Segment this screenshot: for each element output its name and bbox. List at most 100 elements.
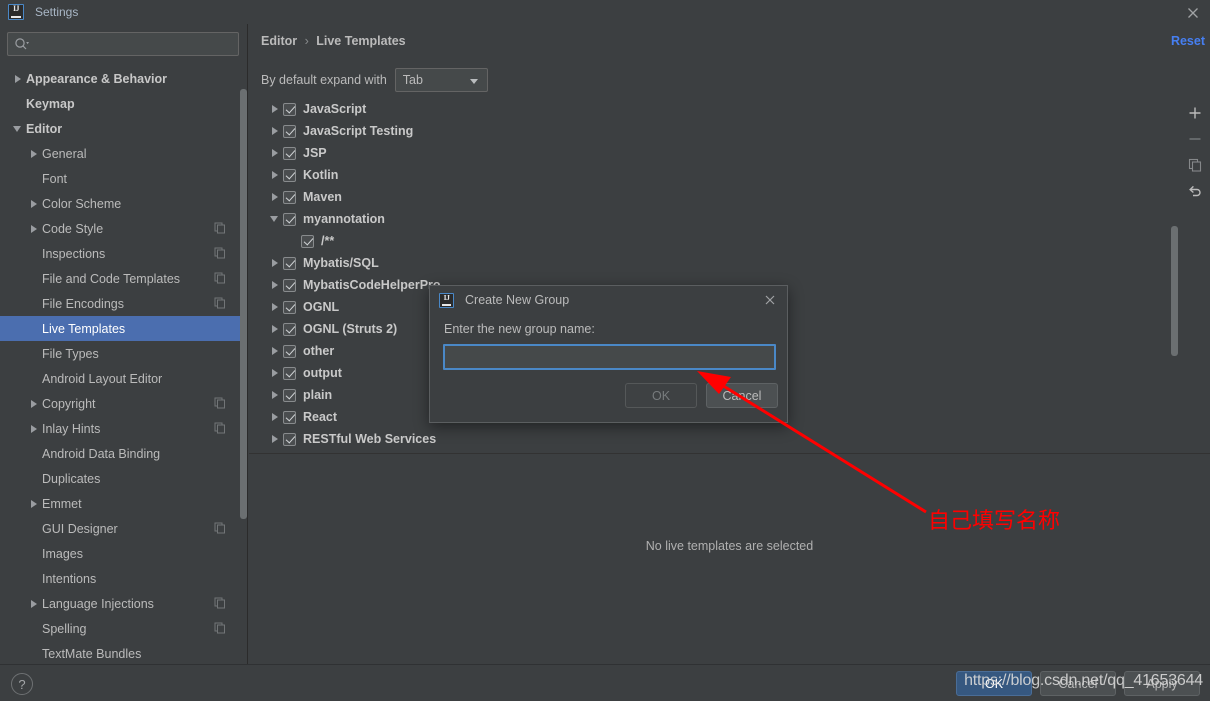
search-input[interactable] bbox=[34, 36, 238, 52]
chevron-right-icon[interactable] bbox=[267, 340, 283, 362]
chevron-right-icon[interactable] bbox=[267, 428, 283, 446]
copy-icon[interactable] bbox=[214, 222, 226, 234]
copy-icon[interactable] bbox=[214, 622, 226, 634]
close-icon[interactable] bbox=[1184, 4, 1202, 22]
chevron-right-icon[interactable] bbox=[267, 186, 283, 208]
template-group-row[interactable]: Maven bbox=[259, 186, 1184, 208]
apply-button[interactable]: Apply bbox=[1124, 671, 1200, 696]
template-checkbox[interactable] bbox=[283, 344, 296, 358]
template-checkbox[interactable] bbox=[283, 322, 296, 336]
template-checkbox[interactable] bbox=[283, 190, 296, 204]
sidebar-item-file-encodings[interactable]: File Encodings bbox=[0, 291, 240, 316]
chevron-right-icon[interactable] bbox=[267, 274, 283, 296]
sidebar-item-file-and-code-templates[interactable]: File and Code Templates bbox=[0, 266, 240, 291]
template-group-row[interactable]: Kotlin bbox=[259, 164, 1184, 186]
sidebar-item-keymap[interactable]: Keymap bbox=[0, 91, 240, 116]
sidebar-item-textmate-bundles[interactable]: TextMate Bundles bbox=[0, 641, 240, 664]
template-checkbox[interactable] bbox=[283, 256, 296, 270]
template-checkbox[interactable] bbox=[301, 234, 314, 248]
template-checkbox[interactable] bbox=[283, 300, 296, 314]
sidebar-item-duplicates[interactable]: Duplicates bbox=[0, 466, 240, 491]
template-checkbox[interactable] bbox=[283, 212, 296, 226]
copy-icon[interactable] bbox=[1182, 152, 1208, 178]
chevron-right-icon[interactable] bbox=[28, 191, 42, 216]
chevron-right-icon[interactable] bbox=[12, 66, 26, 91]
add-button[interactable] bbox=[1182, 100, 1208, 126]
template-checkbox[interactable] bbox=[283, 124, 296, 138]
dialog-close-icon[interactable] bbox=[763, 293, 777, 307]
copy-icon[interactable] bbox=[214, 272, 226, 284]
sidebar-item-font[interactable]: Font bbox=[0, 166, 240, 191]
chevron-down-icon[interactable] bbox=[12, 116, 26, 141]
sidebar-item-intentions[interactable]: Intentions bbox=[0, 566, 240, 591]
chevron-right-icon[interactable] bbox=[28, 591, 42, 616]
template-checkbox[interactable] bbox=[283, 366, 296, 380]
sidebar-item-inspections[interactable]: Inspections bbox=[0, 241, 240, 266]
sidebar-item-language-injections[interactable]: Language Injections bbox=[0, 591, 240, 616]
template-checkbox[interactable] bbox=[283, 146, 296, 160]
template-checkbox[interactable] bbox=[283, 388, 296, 402]
chevron-right-icon[interactable] bbox=[267, 318, 283, 340]
sidebar-item-general[interactable]: General bbox=[0, 141, 240, 166]
chevron-right-icon[interactable] bbox=[267, 252, 283, 274]
sidebar-item-images[interactable]: Images bbox=[0, 541, 240, 566]
template-checkbox[interactable] bbox=[283, 410, 296, 424]
sidebar-item-gui-designer[interactable]: GUI Designer bbox=[0, 516, 240, 541]
copy-icon[interactable] bbox=[214, 597, 226, 609]
template-group-row[interactable]: myannotation bbox=[259, 208, 1184, 230]
sidebar-item-code-style[interactable]: Code Style bbox=[0, 216, 240, 241]
chevron-down-icon[interactable] bbox=[267, 208, 283, 230]
copy-icon[interactable] bbox=[214, 297, 226, 309]
chevron-right-icon[interactable] bbox=[28, 391, 42, 416]
sidebar-scrollbar-thumb[interactable] bbox=[240, 89, 247, 519]
sidebar-item-copyright[interactable]: Copyright bbox=[0, 391, 240, 416]
help-button[interactable]: ? bbox=[11, 673, 33, 695]
sidebar-item-spelling[interactable]: Spelling bbox=[0, 616, 240, 641]
template-group-row[interactable]: RESTful Web Services bbox=[259, 428, 1184, 446]
copy-icon[interactable] bbox=[214, 247, 226, 259]
breadcrumb-parent[interactable]: Editor bbox=[261, 34, 297, 48]
undo-icon[interactable] bbox=[1182, 178, 1208, 204]
chevron-right-icon[interactable] bbox=[267, 164, 283, 186]
chevron-right-icon[interactable] bbox=[28, 416, 42, 441]
template-group-row[interactable]: /** bbox=[259, 230, 1184, 252]
copy-icon[interactable] bbox=[214, 422, 226, 434]
chevron-right-icon[interactable] bbox=[267, 120, 283, 142]
sidebar-item-inlay-hints[interactable]: Inlay Hints bbox=[0, 416, 240, 441]
settings-category-tree[interactable]: Appearance & Behavior Keymap Editor General… bbox=[0, 66, 240, 664]
reset-link[interactable]: Reset bbox=[1171, 34, 1205, 48]
sidebar-item-editor[interactable]: Editor bbox=[0, 116, 240, 141]
sidebar-item-emmet[interactable]: Emmet bbox=[0, 491, 240, 516]
chevron-right-icon[interactable] bbox=[28, 491, 42, 516]
template-group-row[interactable]: JSP bbox=[259, 142, 1184, 164]
template-checkbox[interactable] bbox=[283, 432, 296, 446]
expand-with-select[interactable]: Tab bbox=[394, 68, 488, 92]
chevron-right-icon[interactable] bbox=[28, 216, 42, 241]
dialog-ok-button[interactable]: OK bbox=[625, 383, 697, 408]
sidebar-item-file-types[interactable]: File Types bbox=[0, 341, 240, 366]
dialog-cancel-button[interactable]: Cancel bbox=[706, 383, 778, 408]
chevron-right-icon[interactable] bbox=[28, 141, 42, 166]
template-checkbox[interactable] bbox=[283, 168, 296, 182]
copy-icon[interactable] bbox=[214, 397, 226, 409]
chevron-right-icon[interactable] bbox=[267, 362, 283, 384]
chevron-right-icon[interactable] bbox=[267, 406, 283, 428]
template-group-row[interactable]: JavaScript Testing bbox=[259, 120, 1184, 142]
templates-scrollbar-thumb[interactable] bbox=[1171, 226, 1178, 356]
chevron-right-icon[interactable] bbox=[267, 142, 283, 164]
sidebar-item-appearance-behavior[interactable]: Appearance & Behavior bbox=[0, 66, 240, 91]
cancel-button[interactable]: Cancel bbox=[1040, 671, 1116, 696]
group-name-input[interactable] bbox=[443, 344, 776, 370]
ok-button[interactable]: OK bbox=[956, 671, 1032, 696]
copy-icon[interactable] bbox=[214, 522, 226, 534]
remove-button[interactable] bbox=[1182, 126, 1208, 152]
chevron-right-icon[interactable] bbox=[267, 384, 283, 406]
template-group-row[interactable]: JavaScript bbox=[259, 98, 1184, 120]
search-box[interactable] bbox=[7, 32, 239, 56]
sidebar-item-android-data-binding[interactable]: Android Data Binding bbox=[0, 441, 240, 466]
template-checkbox[interactable] bbox=[283, 102, 296, 116]
chevron-right-icon[interactable] bbox=[267, 296, 283, 318]
sidebar-item-live-templates[interactable]: Live Templates bbox=[0, 316, 240, 341]
chevron-right-icon[interactable] bbox=[267, 98, 283, 120]
sidebar-item-color-scheme[interactable]: Color Scheme bbox=[0, 191, 240, 216]
